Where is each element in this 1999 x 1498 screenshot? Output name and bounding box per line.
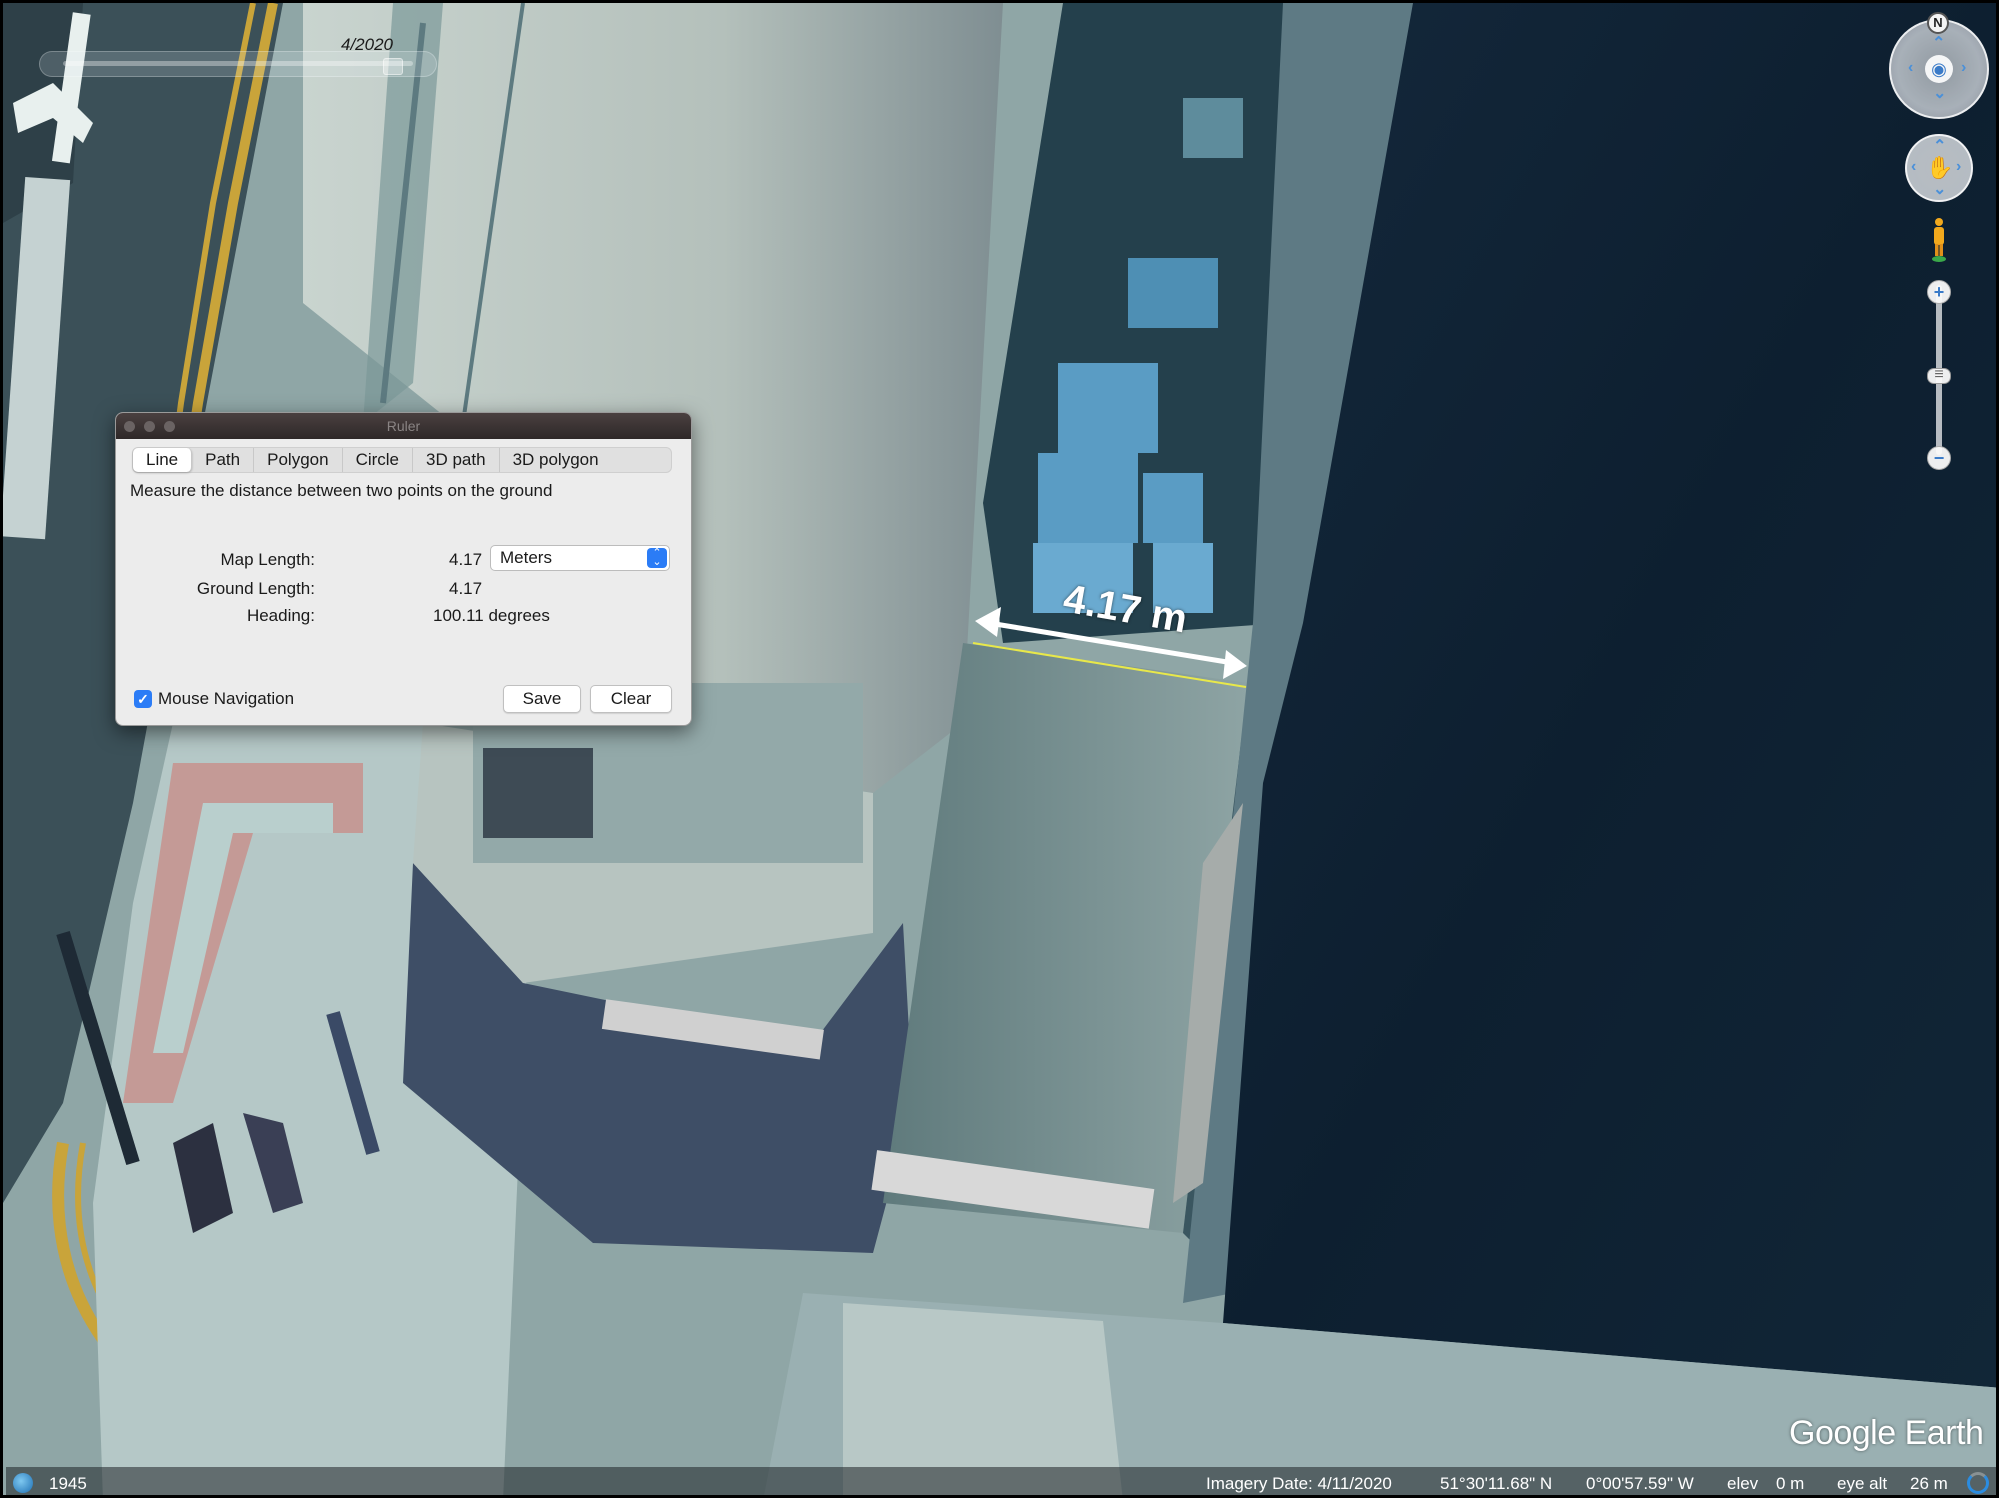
- time-slider-track[interactable]: [63, 61, 413, 66]
- zoom-slider-knob[interactable]: ≡: [1927, 367, 1951, 384]
- tab-circle[interactable]: Circle: [343, 448, 414, 472]
- ruler-description: Measure the distance between two points …: [130, 481, 553, 500]
- pan-up-arrow-icon[interactable]: ⌃: [1933, 136, 1946, 156]
- ruler-title: Ruler: [386, 418, 421, 434]
- look-left-arrow-icon[interactable]: ‹: [1908, 59, 1913, 77]
- map-length-label: Map Length:: [220, 550, 315, 569]
- ground-length-label: Ground Length:: [196, 579, 315, 598]
- heading-value: 100.11 degrees: [433, 606, 550, 625]
- time-slider-label: 4/2020: [341, 35, 393, 54]
- eye-altitude-label: eye alt: [1837, 1474, 1888, 1493]
- tab-polygon[interactable]: Polygon: [254, 448, 343, 472]
- elevation-label: elev: [1727, 1474, 1759, 1493]
- imagery-date: Imagery Date: 4/11/2020: [1206, 1474, 1392, 1493]
- eye-altitude-value: 26 m: [1910, 1474, 1948, 1493]
- tab-3d-polygon[interactable]: 3D polygon: [500, 448, 612, 472]
- map-length-value: 4.17: [449, 550, 483, 569]
- pan-down-arrow-icon[interactable]: ⌄: [1933, 179, 1946, 199]
- look-down-arrow-icon[interactable]: ⌄: [1933, 83, 1946, 103]
- tab-line[interactable]: Line: [133, 448, 193, 472]
- satellite-map[interactable]: [3, 3, 1999, 1498]
- zoom-in-button[interactable]: +: [1927, 280, 1951, 304]
- pan-left-arrow-icon[interactable]: ‹: [1911, 158, 1916, 176]
- longitude-readout: 0°00'57.59" W: [1586, 1474, 1694, 1493]
- hand-icon[interactable]: ✋: [1926, 155, 1953, 181]
- status-bar: [6, 1467, 1996, 1495]
- ruler-titlebar[interactable]: Ruler: [116, 413, 691, 439]
- latitude-readout: 51°30'11.68" N: [1440, 1474, 1553, 1493]
- google-earth-logo: Google Earth: [1789, 1414, 1984, 1452]
- mouse-navigation-label[interactable]: Mouse Navigation: [158, 689, 294, 709]
- google-earth-window: 4/2020 N ⌃ ‹ › ⌄ ◉ ⌃ ‹ › ⌄ ✋ + ≡ − 4.17 …: [0, 0, 1999, 1498]
- pan-right-arrow-icon[interactable]: ›: [1956, 158, 1961, 176]
- heading-label: Heading:: [246, 606, 315, 625]
- ruler-tab-bar: Line Path Polygon Circle 3D path 3D poly…: [132, 447, 672, 473]
- select-chevron-icon[interactable]: ⌃ ⌄: [647, 548, 667, 568]
- globe-icon[interactable]: [13, 1473, 33, 1493]
- unit-select-value: Meters: [500, 548, 552, 567]
- look-right-arrow-icon[interactable]: ›: [1961, 59, 1966, 77]
- mouse-navigation-checkbox[interactable]: ✓: [134, 690, 152, 708]
- historical-year: 1945: [49, 1474, 87, 1493]
- save-button[interactable]: Save: [503, 685, 581, 713]
- ground-length-value: 4.17: [449, 579, 483, 598]
- tab-3d-path[interactable]: 3D path: [413, 448, 500, 472]
- elevation-value: 0 m: [1776, 1474, 1805, 1493]
- ruler-dialog: Ruler Line Path Polygon Circle 3D path 3…: [115, 412, 692, 726]
- unit-select[interactable]: Meters ⌃ ⌄: [490, 545, 670, 571]
- look-up-arrow-icon[interactable]: ⌃: [1932, 33, 1945, 53]
- eye-icon[interactable]: ◉: [1925, 55, 1953, 83]
- pegman-icon[interactable]: [1930, 217, 1948, 263]
- time-slider-knob[interactable]: [383, 58, 403, 75]
- tab-path[interactable]: Path: [192, 448, 255, 472]
- zoom-out-button[interactable]: −: [1927, 446, 1951, 470]
- north-indicator[interactable]: N: [1927, 12, 1949, 34]
- streaming-indicator-icon: [1967, 1472, 1989, 1494]
- clear-button[interactable]: Clear: [590, 685, 672, 713]
